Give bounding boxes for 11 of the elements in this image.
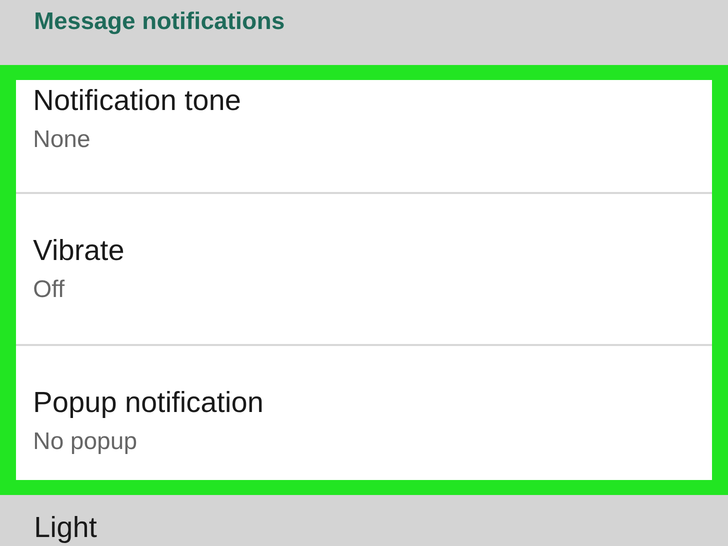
setting-title: Notification tone [33,84,242,119]
setting-value: None [33,126,92,154]
setting-title: Light [34,512,97,544]
settings-item[interactable]: Popup notification No popup [16,346,712,480]
setting-value: No popup [33,428,138,456]
setting-value: Off [33,276,66,304]
settings-item[interactable]: Notification tone None [16,80,712,194]
setting-title: Vibrate [33,234,126,269]
setting-title: Popup notification [33,386,265,421]
settings-item[interactable]: Vibrate Off [16,194,712,346]
section-title: Message notifications [34,8,285,35]
